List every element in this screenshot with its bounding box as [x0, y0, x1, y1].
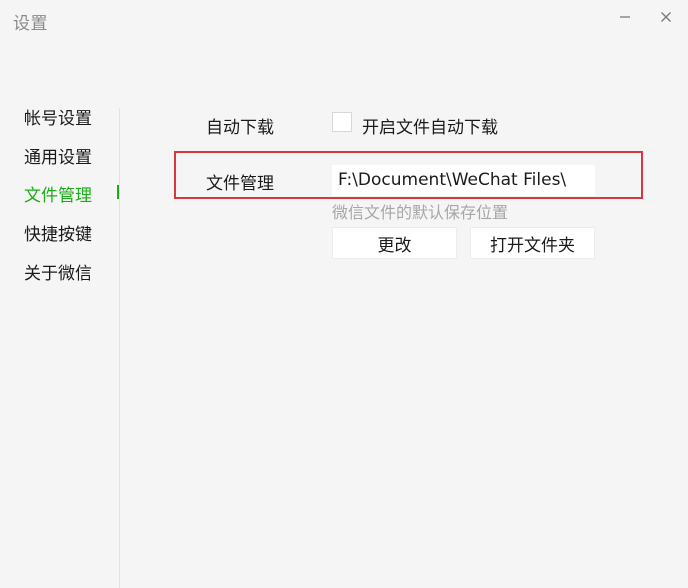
- close-button[interactable]: [655, 6, 677, 28]
- sidebar-divider: [119, 108, 120, 588]
- change-button[interactable]: 更改: [332, 227, 457, 259]
- sidebar-item-account[interactable]: 帐号设置: [24, 104, 92, 129]
- file-management-label: 文件管理: [206, 174, 274, 194]
- settings-window: 设置 帐号设置 通用设置 文件管理 快捷按键 关于微信 自动下载 开启文件自动下…: [0, 0, 688, 588]
- sidebar-item-general[interactable]: 通用设置: [24, 143, 92, 168]
- sidebar-item-about[interactable]: 关于微信: [24, 259, 92, 284]
- minimize-icon: [620, 16, 630, 18]
- minimize-button[interactable]: [614, 6, 636, 28]
- file-path-field[interactable]: F:\Document\WeChat Files\: [332, 165, 595, 196]
- auto-download-label: 自动下载: [206, 118, 274, 138]
- window-title: 设置: [13, 14, 48, 34]
- file-path-hint: 微信文件的默认保存位置: [332, 203, 509, 222]
- sidebar-item-shortcuts[interactable]: 快捷按键: [24, 220, 92, 245]
- sidebar-item-file-management[interactable]: 文件管理: [24, 181, 92, 206]
- open-folder-button[interactable]: 打开文件夹: [470, 227, 595, 259]
- auto-download-checkbox-label[interactable]: 开启文件自动下载: [362, 113, 498, 138]
- auto-download-checkbox[interactable]: [332, 112, 352, 132]
- close-icon: [661, 12, 671, 22]
